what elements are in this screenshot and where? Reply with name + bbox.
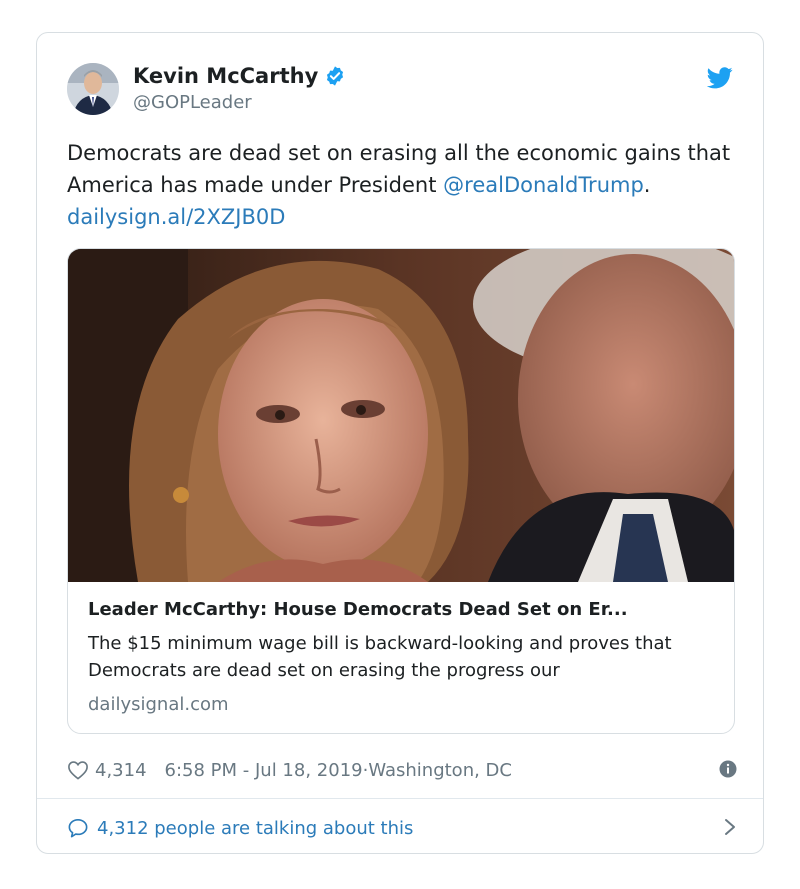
conversation-count-text[interactable]: 4,312 people are talking about this: [97, 818, 413, 839]
avatar[interactable]: [67, 63, 119, 115]
info-icon[interactable]: [719, 760, 737, 778]
link-preview-description: The $15 minimum wage bill is backward-lo…: [88, 633, 672, 681]
chevron-right-icon[interactable]: [723, 817, 737, 837]
tweet-timestamp[interactable]: 6:58 PM - Jul 18, 2019: [165, 760, 363, 781]
twitter-bird-icon[interactable]: [707, 67, 733, 89]
like-count[interactable]: 4,314: [95, 760, 147, 781]
link-preview-text: Leader McCarthy: House Democrats Dead Se…: [88, 585, 718, 715]
link-preview-photo: [68, 249, 734, 582]
verified-badge-icon: [327, 66, 344, 86]
tweet-meta-row: 4,314 6:58 PM - Jul 18, 2019 · Washingto…: [67, 755, 737, 785]
link-preview-domain: dailysignal.com: [88, 694, 229, 715]
conversation-link[interactable]: 4,312 people are talking about this: [67, 813, 737, 843]
author-handle[interactable]: @GOPLeader: [133, 92, 252, 113]
link-preview-card[interactable]: Leader McCarthy: House Democrats Dead Se…: [67, 248, 735, 734]
link-preview-title[interactable]: Leader McCarthy: House Democrats Dead Se…: [88, 599, 713, 620]
avatar-portrait: [67, 63, 119, 115]
tweet-location[interactable]: Washington, DC: [368, 760, 512, 781]
author-name[interactable]: Kevin McCarthy: [133, 64, 318, 88]
heart-icon[interactable]: [67, 760, 89, 780]
author-name-row[interactable]: Kevin McCarthy: [133, 64, 346, 88]
divider: [37, 798, 763, 799]
embedded-tweet-card: Kevin McCarthy @GOPLeader Democrats are …: [36, 32, 764, 854]
short-url-link[interactable]: dailysign.al/2XZJB0D: [67, 205, 285, 229]
tweet-text-separator: .: [643, 173, 651, 197]
speech-bubble-icon: [68, 819, 88, 838]
mention-link[interactable]: @realDonaldTrump: [443, 173, 644, 197]
tweet-text: Democrats are dead set on erasing all th…: [67, 137, 737, 233]
